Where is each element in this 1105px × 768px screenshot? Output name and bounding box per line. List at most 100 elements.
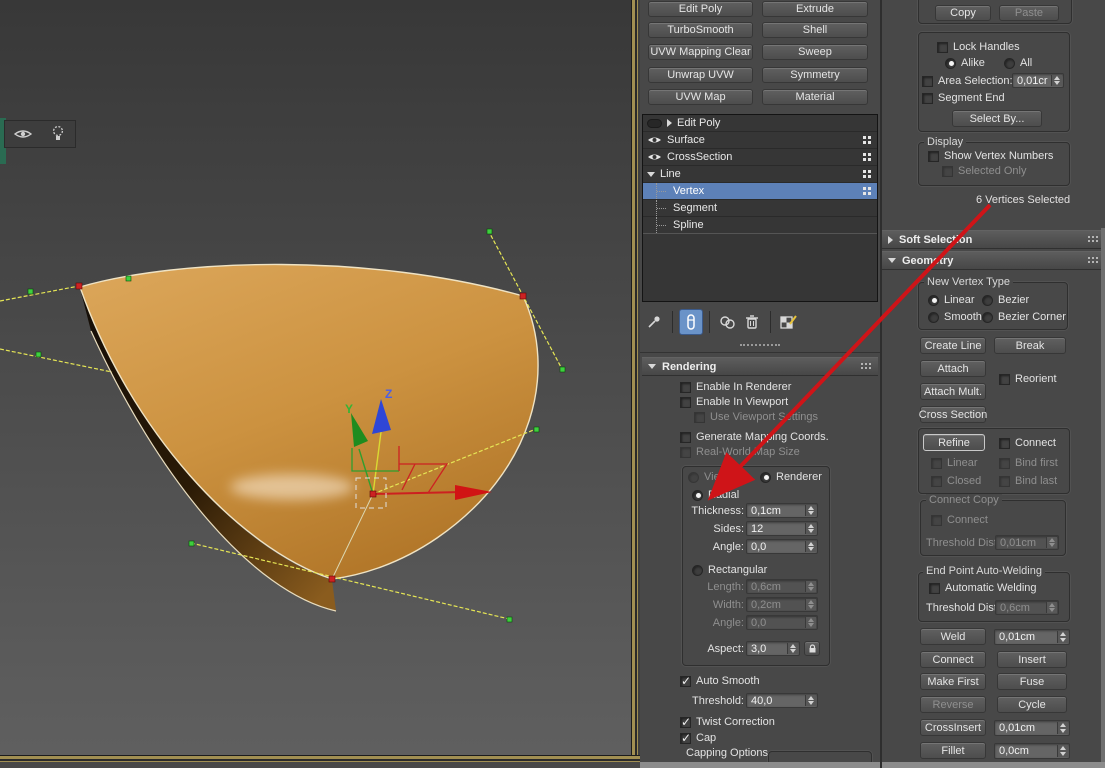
insert-button[interactable]: Insert: [997, 651, 1067, 668]
pin-stack-icon[interactable]: [642, 309, 666, 335]
symmetry-button[interactable]: Symmetry: [762, 67, 868, 83]
bezier-corner-radio[interactable]: Bezier Corner: [982, 311, 1066, 323]
refine-button[interactable]: Refine: [923, 434, 985, 451]
unwrap-uvw-button[interactable]: Unwrap UVW: [648, 67, 753, 83]
checkbox[interactable]: [922, 92, 933, 104]
spinner-arrows[interactable]: [805, 523, 816, 534]
radio[interactable]: [1004, 57, 1015, 69]
panel-resize-grip[interactable]: [740, 344, 780, 346]
checkbox[interactable]: [680, 431, 691, 443]
select-by-button[interactable]: Select By...: [952, 110, 1042, 127]
lightbulb-icon[interactable]: [46, 121, 70, 147]
threshold-spinner[interactable]: 40,0: [746, 693, 818, 708]
show-end-result-icon[interactable]: [679, 309, 703, 335]
spinner-arrows[interactable]: [805, 695, 816, 706]
checkbox[interactable]: [999, 373, 1010, 385]
cycle-button[interactable]: Cycle: [997, 696, 1067, 713]
remove-modifier-icon[interactable]: [740, 309, 764, 335]
radio[interactable]: [692, 564, 703, 576]
expand-arrow-icon[interactable]: [667, 119, 672, 127]
area-selection-checkbox[interactable]: Area Selection:: [922, 75, 1013, 87]
sweep-button[interactable]: Sweep: [762, 44, 868, 60]
stack-item-line[interactable]: Line: [643, 166, 877, 183]
cross-section-button[interactable]: Cross Section: [919, 406, 987, 423]
stack-item-surface[interactable]: Surface: [643, 132, 877, 149]
attach-mult-button[interactable]: Attach Mult.: [920, 383, 986, 400]
checkbox[interactable]: [680, 381, 691, 393]
segment-end-checkbox[interactable]: Segment End: [922, 92, 1005, 104]
collapse-arrow-icon[interactable]: [647, 171, 655, 177]
copy-button[interactable]: Copy: [935, 5, 991, 21]
generate-mapping-coords-checkbox[interactable]: Generate Mapping Coords.: [680, 431, 829, 443]
stack-subitem-vertex[interactable]: Vertex: [643, 183, 877, 200]
eye-icon[interactable]: [11, 121, 35, 147]
stack-subitem-segment[interactable]: Segment: [643, 200, 877, 217]
thickness-spinner[interactable]: 0,1cm: [746, 503, 818, 518]
cap-checkbox[interactable]: Cap: [680, 731, 716, 745]
checkbox[interactable]: [937, 41, 948, 53]
bezier-radio[interactable]: Bezier: [982, 294, 1029, 306]
checkbox-checked[interactable]: [680, 715, 691, 729]
panel-bottom-scrollbar[interactable]: [882, 762, 1105, 768]
modifier-off-icon[interactable]: [647, 118, 662, 128]
spinner-arrows[interactable]: [805, 541, 816, 552]
configure-modifier-sets-icon[interactable]: [777, 309, 801, 335]
radio[interactable]: [945, 57, 956, 69]
rollout-soft-selection[interactable]: Soft Selection: [882, 230, 1105, 249]
radio[interactable]: [928, 311, 939, 323]
spinner-arrows[interactable]: [1057, 631, 1068, 643]
rollout-rendering[interactable]: Rendering: [642, 357, 878, 376]
connect-button[interactable]: Connect: [920, 651, 986, 668]
turbosmooth-button[interactable]: TurboSmooth: [648, 22, 753, 38]
stack-subitem-spline[interactable]: Spline: [643, 217, 877, 234]
rectangular-radio[interactable]: Rectangular: [692, 564, 767, 576]
radio[interactable]: [928, 294, 939, 306]
show-vertex-numbers-checkbox[interactable]: Show Vertex Numbers: [928, 150, 1053, 162]
create-line-button[interactable]: Create Line: [920, 337, 986, 354]
weld-button[interactable]: Weld: [920, 628, 986, 645]
spinner-arrows[interactable]: [1057, 745, 1068, 757]
radial-radio[interactable]: Radial: [692, 489, 739, 501]
spinner-arrows[interactable]: [1057, 722, 1068, 734]
radio[interactable]: [982, 311, 993, 323]
make-first-button[interactable]: Make First: [920, 673, 986, 690]
shell-button[interactable]: Shell: [762, 22, 868, 38]
panel-bottom-scrollbar[interactable]: [640, 762, 880, 768]
rollout-geometry[interactable]: Geometry: [882, 251, 1105, 270]
checkbox[interactable]: [999, 437, 1010, 449]
stack-item-crosssection[interactable]: CrossSection: [643, 149, 877, 166]
enable-in-renderer-checkbox[interactable]: Enable In Renderer: [680, 381, 791, 393]
radio[interactable]: [760, 471, 771, 483]
alike-radio[interactable]: Alike: [945, 57, 985, 69]
sides-spinner[interactable]: 12: [746, 521, 818, 536]
spinner-arrows[interactable]: [787, 643, 798, 654]
uvw-map-button[interactable]: UVW Map: [648, 89, 753, 105]
fillet-spinner[interactable]: 0,0cm: [994, 743, 1070, 759]
smooth-radio[interactable]: Smooth: [928, 311, 982, 323]
renderer-radio[interactable]: Renderer: [760, 471, 822, 483]
visibility-eye-icon[interactable]: [647, 135, 662, 145]
checkbox-checked[interactable]: [680, 674, 691, 688]
aspect-spinner[interactable]: 3,0: [746, 641, 800, 656]
stack-item-edit-poly[interactable]: Edit Poly: [643, 115, 877, 132]
fillet-button[interactable]: Fillet: [920, 742, 986, 759]
checkbox[interactable]: [680, 396, 691, 408]
aspect-lock-button[interactable]: [804, 641, 820, 656]
area-selection-spinner[interactable]: 0,01cr: [1012, 73, 1064, 88]
crossinsert-spinner[interactable]: 0,01cm: [994, 720, 1070, 736]
crossinsert-button[interactable]: CrossInsert: [920, 719, 986, 736]
radio[interactable]: [982, 294, 993, 306]
attach-button[interactable]: Attach: [920, 360, 986, 377]
spinner-arrows[interactable]: [805, 505, 816, 516]
angle-spinner[interactable]: 0,0: [746, 539, 818, 554]
automatic-welding-checkbox[interactable]: Automatic Welding: [929, 582, 1037, 594]
make-unique-icon[interactable]: [716, 309, 740, 335]
panel-scrollbar[interactable]: [1101, 228, 1105, 768]
checkbox[interactable]: [922, 75, 933, 87]
all-radio[interactable]: All: [1004, 57, 1032, 69]
break-button[interactable]: Break: [994, 337, 1066, 354]
fuse-button[interactable]: Fuse: [997, 673, 1067, 690]
material-button[interactable]: Material: [762, 89, 868, 105]
visibility-eye-icon[interactable]: [647, 152, 662, 162]
linear-radio[interactable]: Linear: [928, 294, 975, 306]
